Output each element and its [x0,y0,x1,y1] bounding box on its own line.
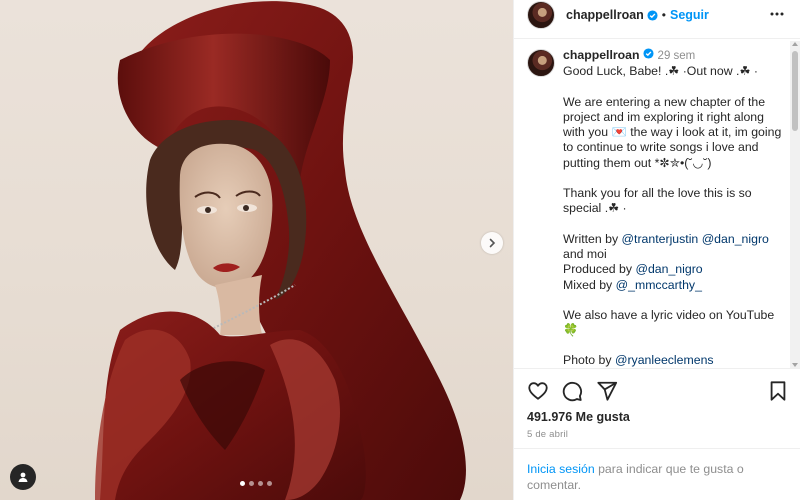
scrollbar-thumb[interactable] [792,51,798,131]
mention-link[interactable]: @_mmccarthy_ [616,278,702,292]
divider [514,368,800,369]
caption-body: chappellroan 29 sem Good Luck, Babe! .☘︎ … [563,48,785,368]
credit-written-prefix: Written by [563,231,622,246]
mention-link[interactable]: @tranterjustin [622,232,699,246]
caption-scrollbar[interactable] [790,41,800,368]
credit-produced-prefix: Produced by [563,262,636,277]
caption-line: Good Luck, Babe! .☘︎ ·Out now .☘︎ · [563,64,758,79]
carousel-dot-active [240,481,245,486]
bookmark-icon[interactable] [767,380,789,405]
post-header: chappellroan • Seguir [514,0,800,30]
like-count[interactable]: 491.976 Me gusta [527,410,630,424]
user-tag-icon [18,472,28,482]
carousel-dot [267,481,272,486]
caption-comment: chappellroan 29 sem Good Luck, Babe! .☘︎ … [514,41,791,368]
credits-block: Written by @tranterjustin @dan_nigro and… [563,232,785,293]
next-photo-button[interactable] [481,232,503,254]
verified-badge-icon [647,9,658,21]
carousel-dot [249,481,254,486]
carousel-indicator [240,481,272,486]
credit-photo-prefix: Photo by [563,353,615,368]
mention-link[interactable]: @dan_nigro [702,232,769,246]
caption-paragraph: We also have a lyric video on YouTube 🍀 [563,307,775,338]
comment-icon[interactable] [561,380,583,405]
tagged-users-button[interactable] [10,464,36,490]
caption-username[interactable]: chappellroan [563,48,640,62]
header-separator: • [661,8,666,22]
mention-link[interactable]: @dan_nigro [635,262,702,276]
credit-photo: Photo by @ryanleeclemens [563,353,785,368]
mention-link[interactable]: @ryanleeclemens [615,353,714,367]
more-options-icon[interactable] [769,6,785,25]
divider [514,448,800,449]
follow-button[interactable]: Seguir [670,8,709,22]
avatar[interactable] [527,1,555,29]
credit-mixed-prefix: Mixed by [563,277,616,292]
caption-scroll-area[interactable]: chappellroan 29 sem Good Luck, Babe! .☘︎ … [514,41,791,368]
avatar[interactable] [527,49,555,77]
post-media[interactable] [0,0,513,500]
login-link[interactable]: Inicia sesión [527,462,595,476]
post-date[interactable]: 5 de abril [527,429,568,440]
carousel-dot [258,481,263,486]
divider [514,38,800,39]
credit-written-suffix: and moi [563,246,607,261]
post-time[interactable]: 29 sem [658,50,696,62]
verified-badge-icon [643,48,654,59]
scroll-up-arrow[interactable] [792,42,798,46]
chevron-right-icon [489,238,496,248]
share-icon[interactable] [596,380,618,405]
heart-icon[interactable] [527,380,549,405]
login-prompt: Inicia sesión para indicar que te gusta … [527,461,789,493]
post-actions [527,380,789,404]
caption-paragraph: Thank you for all the love this is so sp… [563,186,752,216]
post-photo [95,1,466,500]
post-side-panel: chappellroan • Seguir chappellroan 29 sem… [513,0,800,500]
caption-paragraph: We are entering a new chapter of the pro… [563,94,782,170]
header-username[interactable]: chappellroan [566,8,644,22]
scroll-down-arrow[interactable] [792,363,798,367]
